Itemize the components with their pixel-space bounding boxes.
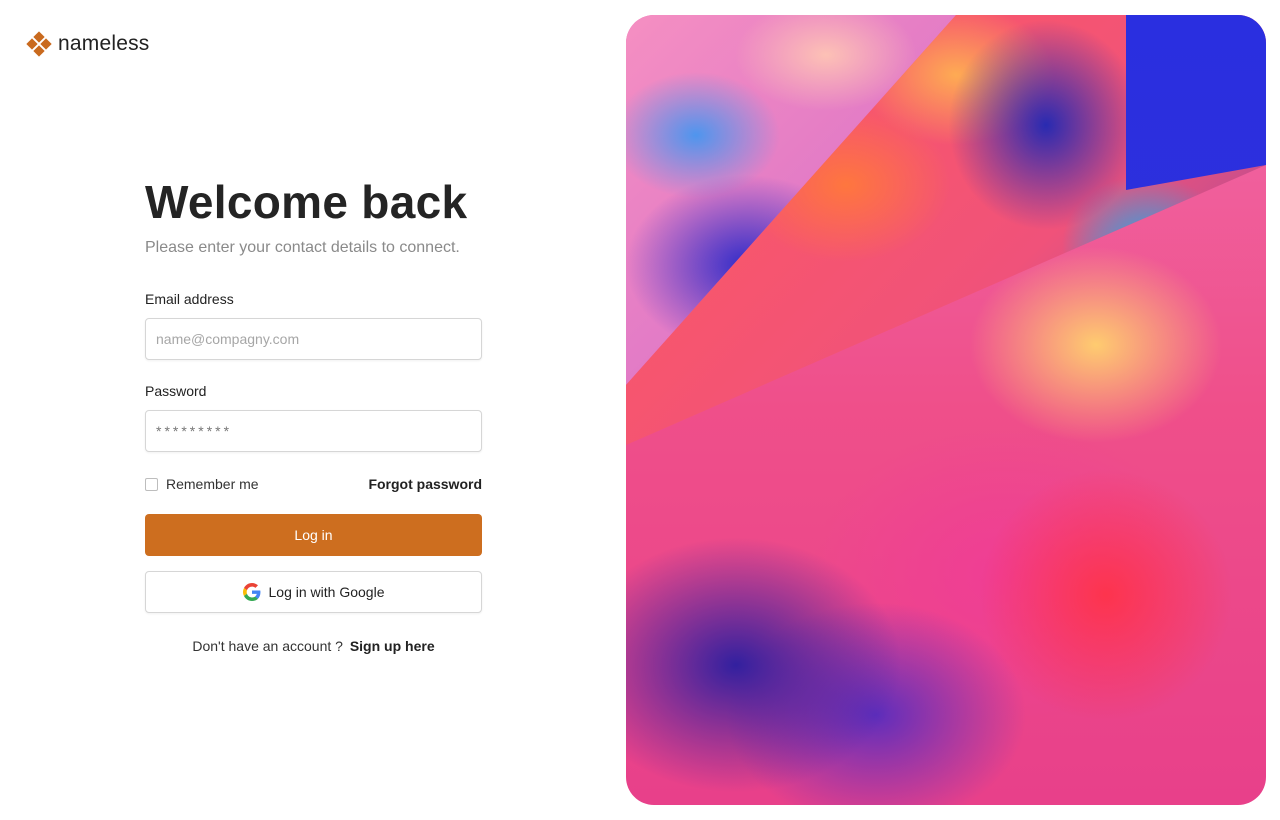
hero-gradient-artwork <box>626 15 1266 805</box>
email-field[interactable] <box>145 318 482 360</box>
logo-diamond-icon <box>26 31 52 57</box>
google-login-label: Log in with Google <box>268 584 385 600</box>
signup-link[interactable]: Sign up here <box>350 638 435 654</box>
password-field[interactable] <box>145 410 482 452</box>
google-g-icon <box>242 583 260 601</box>
remember-me-label[interactable]: Remember me <box>166 476 259 492</box>
page-title: Welcome back <box>145 176 468 228</box>
page-subtitle: Please enter your contact details to con… <box>145 239 460 256</box>
signup-prompt: Don't have an account ? <box>192 638 343 654</box>
brand-logo[interactable]: nameless <box>26 31 150 57</box>
google-login-button[interactable]: Log in with Google <box>145 571 482 613</box>
remember-me-control[interactable]: Remember me <box>145 476 259 492</box>
email-label: Email address <box>145 291 234 307</box>
signup-row: Don't have an account ? Sign up here <box>145 638 482 654</box>
login-button[interactable]: Log in <box>145 514 482 556</box>
brand-name: nameless <box>58 32 150 55</box>
remember-forgot-row: Remember me Forgot password <box>145 474 482 494</box>
forgot-password-link[interactable]: Forgot password <box>368 476 482 492</box>
login-form: Welcome back Please enter your contact d… <box>145 175 482 654</box>
remember-me-checkbox[interactable] <box>145 477 158 491</box>
password-label: Password <box>145 383 207 399</box>
